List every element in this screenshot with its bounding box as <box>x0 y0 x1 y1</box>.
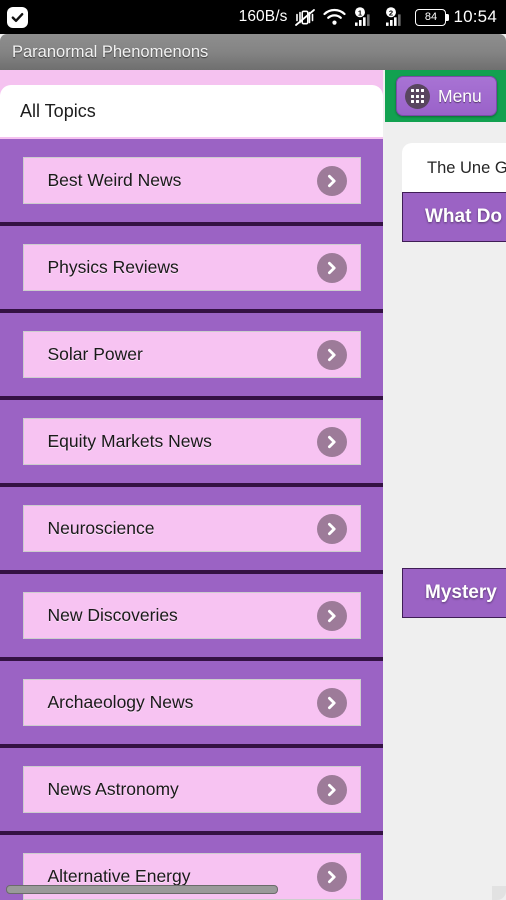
chevron-right-icon[interactable] <box>316 165 347 196</box>
status-bar-left <box>7 6 28 28</box>
chevron-right-icon[interactable] <box>316 252 347 283</box>
topic-row[interactable]: Neuroscience <box>0 487 383 574</box>
chevron-right-icon[interactable] <box>316 339 347 370</box>
topics-pane: All Topics Best Weird News Physics Review… <box>0 70 383 900</box>
topic-label: Best Weird News <box>47 170 182 190</box>
status-bar-right: 160B/s 1 2 84 10:54 <box>239 7 497 27</box>
network-speed-text: 160B/s <box>238 8 288 25</box>
check-badge-icon <box>7 6 28 28</box>
topic-label: Alternative Energy <box>47 866 191 886</box>
topic-label: New Discoveries <box>47 605 178 625</box>
topic-pill[interactable]: Physics Reviews <box>22 244 361 291</box>
clock-text: 10:54 <box>453 7 497 26</box>
battery-icon: 84 <box>415 8 449 26</box>
article-preview: The Une Google N What Do Mystery <box>385 143 506 619</box>
chevron-right-icon[interactable] <box>316 426 347 457</box>
topic-row[interactable]: Best Weird News <box>0 139 383 226</box>
svg-text:2: 2 <box>389 8 393 17</box>
signal-sim1-icon: 1 <box>353 7 377 27</box>
signal-sim2-icon: 2 <box>384 7 408 27</box>
topic-pill[interactable]: Archaeology News <box>22 679 361 726</box>
topic-row[interactable]: New Discoveries <box>0 574 383 661</box>
wifi-icon <box>323 8 347 26</box>
topics-header-label: All Topics <box>20 100 96 121</box>
topics-header: All Topics <box>0 85 383 137</box>
battery-level-text: 84 <box>424 10 438 23</box>
chevron-right-icon[interactable] <box>316 861 347 892</box>
topic-label: Solar Power <box>47 344 143 364</box>
vibrate-off-icon <box>294 8 316 27</box>
topic-row[interactable]: Equity Markets News <box>0 400 383 487</box>
topic-row[interactable]: News Astronomy <box>0 748 383 835</box>
menu-button-label: Menu <box>438 85 482 106</box>
topic-label: Equity Markets News <box>47 431 212 451</box>
chevron-right-icon[interactable] <box>316 600 347 631</box>
topic-label: Physics Reviews <box>47 257 179 277</box>
topic-row[interactable]: Physics Reviews <box>0 226 383 313</box>
topic-label: Neuroscience <box>47 518 155 538</box>
article-banner-2-label: Mystery <box>425 582 497 604</box>
topic-pill[interactable]: Neuroscience <box>22 505 361 552</box>
topic-pill[interactable]: Solar Power <box>22 331 361 378</box>
chevron-right-icon[interactable] <box>316 687 347 718</box>
menu-bar: Menu <box>385 70 506 122</box>
topic-pill[interactable]: Equity Markets News <box>22 418 361 465</box>
topic-label: Archaeology News <box>47 692 194 712</box>
article-banner-1-label: What Do <box>425 206 503 228</box>
app-screen: 160B/s 1 2 84 10:54 Paranormal Phenomeno… <box>0 0 506 900</box>
content-area: All Topics Best Weird News Physics Review… <box>0 70 506 900</box>
article-pane: Menu The Une Google N What Do Mystery <box>385 70 506 900</box>
horizontal-scrollbar[interactable] <box>6 885 278 894</box>
topic-pill[interactable]: Best Weird News <box>22 157 361 204</box>
chevron-right-icon[interactable] <box>316 774 347 805</box>
menu-button[interactable]: Menu <box>396 76 497 116</box>
window-title-bar: Paranormal Phenomenons <box>0 34 506 70</box>
chevron-right-icon[interactable] <box>316 513 347 544</box>
topic-row[interactable]: Solar Power <box>0 313 383 400</box>
article-card[interactable]: The Une Google N <box>402 143 506 193</box>
topic-label: News Astronomy <box>47 779 179 799</box>
topic-pill[interactable]: New Discoveries <box>22 592 361 639</box>
page-title: Paranormal Phenomenons <box>12 42 209 61</box>
article-banner-1[interactable]: What Do <box>402 192 506 243</box>
grid-apps-icon <box>405 83 430 109</box>
topics-list[interactable]: Best Weird News Physics Reviews Solar Powe… <box>0 139 383 900</box>
topic-row[interactable]: Archaeology News <box>0 661 383 748</box>
status-bar: 160B/s 1 2 84 10:54 <box>0 0 506 34</box>
article-title: The Une Google N <box>427 159 506 177</box>
article-banner-2[interactable]: Mystery <box>402 568 506 619</box>
topic-pill[interactable]: News Astronomy <box>22 766 361 813</box>
